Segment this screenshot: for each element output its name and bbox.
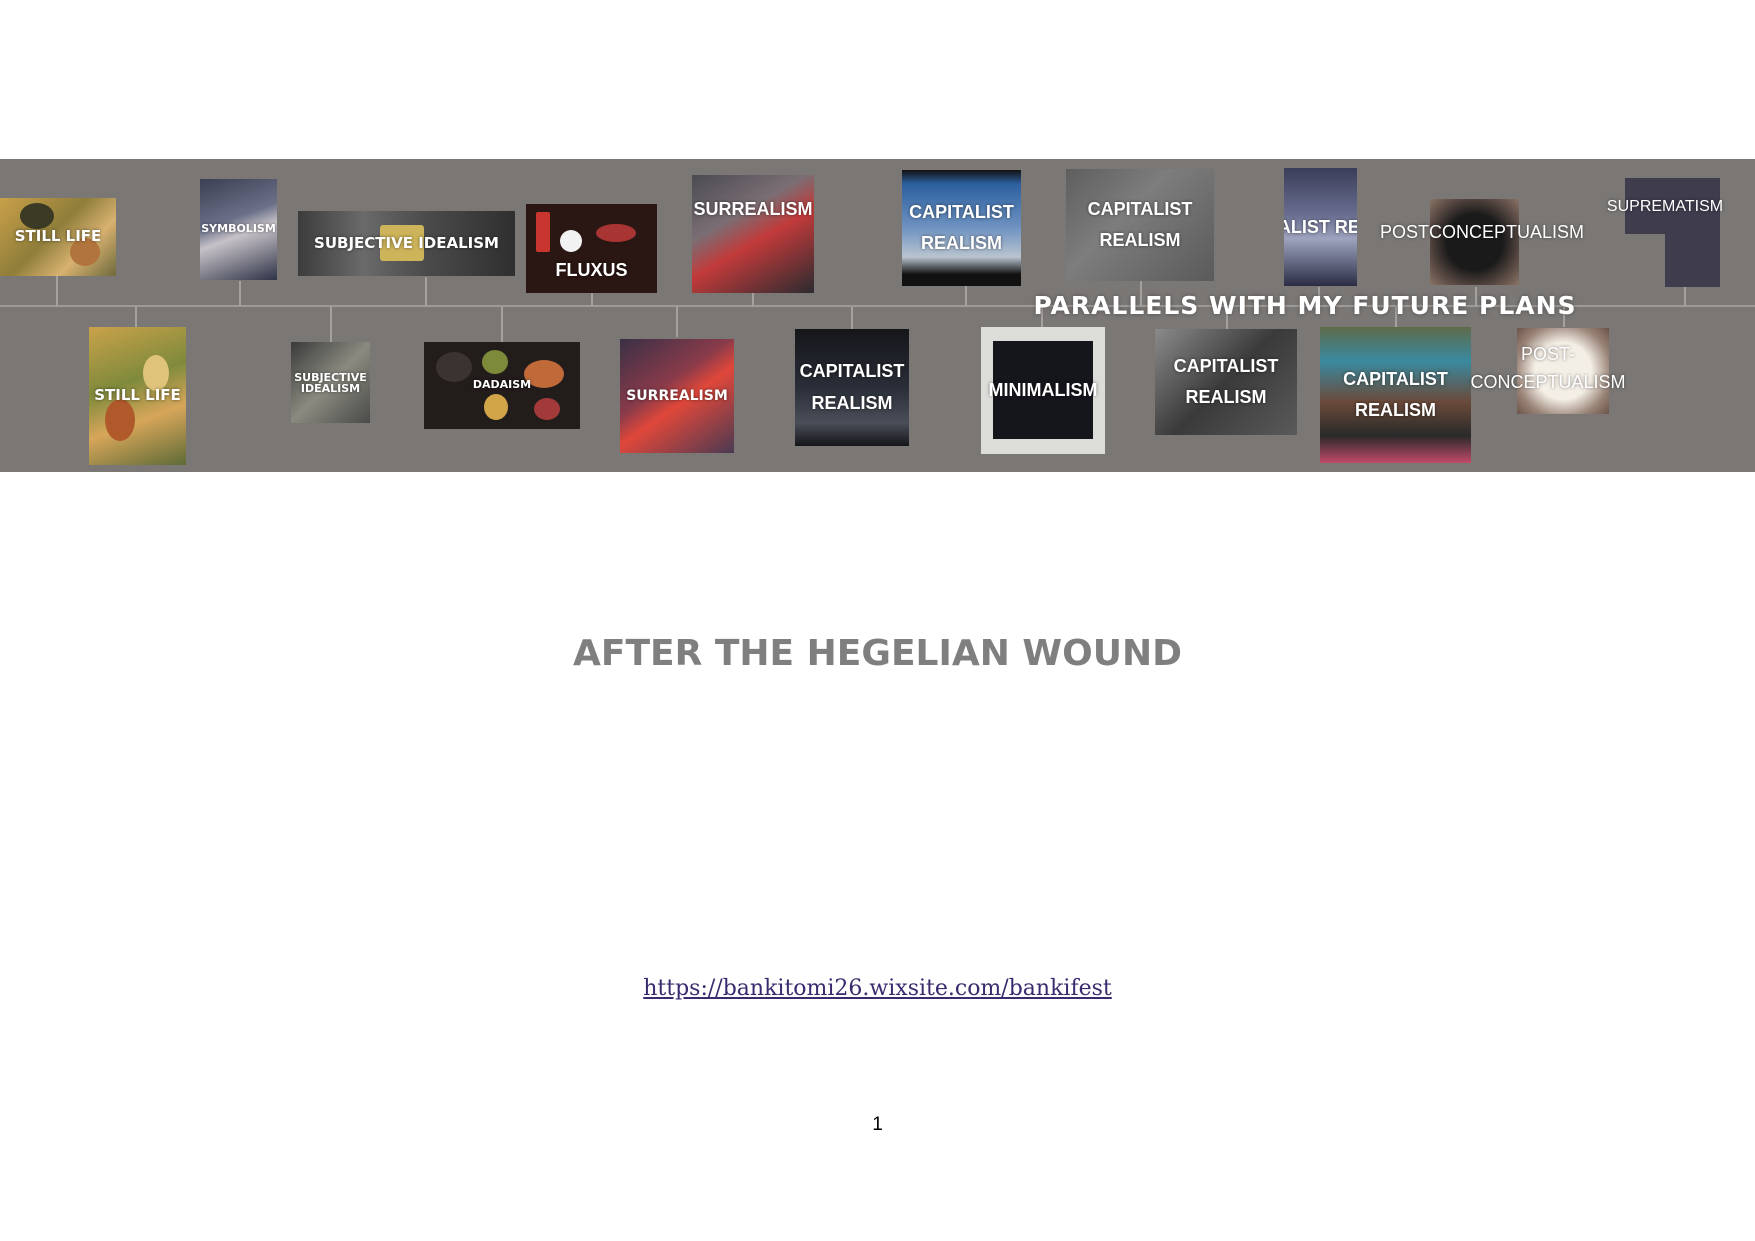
- timeline-title: PARALLELS WITH MY FUTURE PLANS: [1033, 291, 1577, 320]
- artwork-tile-capitalist-realism: CAPITALIST REALISM: [902, 170, 1021, 286]
- page-number: 1: [872, 1114, 883, 1135]
- timeline-tick: [851, 307, 853, 329]
- tile-label-suprematism: SUPREMATISM: [1606, 198, 1724, 215]
- tile-label: SYMBOLISM: [201, 222, 276, 236]
- artwork-tile-capitalist-realism: CAPITALIST REALISM: [1155, 329, 1297, 435]
- tile-label: STILL LIFE: [14, 227, 102, 246]
- timeline-tick: [239, 281, 241, 306]
- tile-label: CAPITALIST REALISM: [909, 201, 1014, 254]
- timeline-tick: [1684, 287, 1686, 306]
- artwork-tile-subjective-idealism: SUBJECTIVE IDEALISM: [291, 342, 370, 423]
- artwork-tile-minimalism: MINIMALISM: [981, 327, 1105, 454]
- artwork-tile-surrealism: SURREALISM: [692, 175, 814, 293]
- timeline-tick: [501, 307, 503, 342]
- timeline-tick: [676, 307, 678, 337]
- tile-label: STILL LIFE: [94, 386, 181, 405]
- tile-label: SUBJECTIVE IDEALISM: [314, 233, 499, 252]
- document-link-wrapper: https://bankitomi26.wixsite.com/bankifes…: [0, 976, 1755, 1001]
- tile-label: CAPITALIST REALISM: [1284, 216, 1357, 237]
- tile-label: CAPITALIST REALISM: [1343, 368, 1448, 421]
- artwork-tile-still-life: STILL LIFE: [0, 198, 116, 276]
- document-title: AFTER THE HEGELIAN WOUND: [573, 633, 1182, 674]
- tile-label: MINIMALISM: [988, 380, 1098, 401]
- artwork-tile-still-life: STILL LIFE: [89, 327, 186, 465]
- document-link[interactable]: https://bankitomi26.wixsite.com/bankifes…: [643, 976, 1112, 1001]
- artwork-tile-suprematism: [1625, 178, 1720, 287]
- tile-label-post-conceptualism: POST-CONCEPTUALISM: [1470, 344, 1626, 392]
- tile-label-postconceptualism: POSTCONCEPTUALISM: [1380, 222, 1585, 242]
- tile-label: SUBJECTIVE IDEALISM: [294, 370, 367, 395]
- timeline-tick: [752, 293, 754, 306]
- tile-label: FLUXUS: [555, 260, 628, 281]
- artwork-tile-capitalist-realism: CAPITALIST REALISM: [1284, 168, 1357, 286]
- artwork-tile-capitalist-realism: CAPITALIST REALISM: [1066, 169, 1214, 281]
- artwork-tile-symbolism: SYMBOLISM: [200, 179, 277, 280]
- artwork-tile-surrealism: SURREALISM: [620, 339, 734, 453]
- tile-label: CAPITALIST REALISM: [799, 361, 905, 413]
- tile-label: CAPITALIST REALISM: [1087, 198, 1193, 251]
- artwork-tile-subjective-idealism: SUBJECTIVE IDEALISM: [298, 211, 515, 276]
- timeline-tick: [425, 277, 427, 306]
- tile-label: DADAISM: [472, 378, 532, 392]
- timeline-tick: [965, 286, 967, 306]
- timeline-tick: [591, 293, 593, 306]
- timeline-tick: [135, 307, 137, 327]
- tile-label: SURREALISM: [626, 387, 728, 404]
- tile-label: CAPITALIST REALISM: [1173, 355, 1279, 408]
- timeline-tick: [330, 307, 332, 342]
- artwork-tile-capitalist-realism: CAPITALIST REALISM: [1320, 327, 1471, 463]
- artwork-tile-capitalist-realism: CAPITALIST REALISM: [795, 329, 909, 446]
- tile-label: SURREALISM: [693, 198, 813, 219]
- timeline-tick: [56, 276, 58, 306]
- timeline-band: STILL LIFE SYMBOLISM SUBJECTIVE IDEALISM…: [0, 159, 1755, 472]
- artwork-tile-dadaism: DADAISM: [424, 342, 580, 429]
- artwork-tile-fluxus: FLUXUS: [526, 204, 657, 293]
